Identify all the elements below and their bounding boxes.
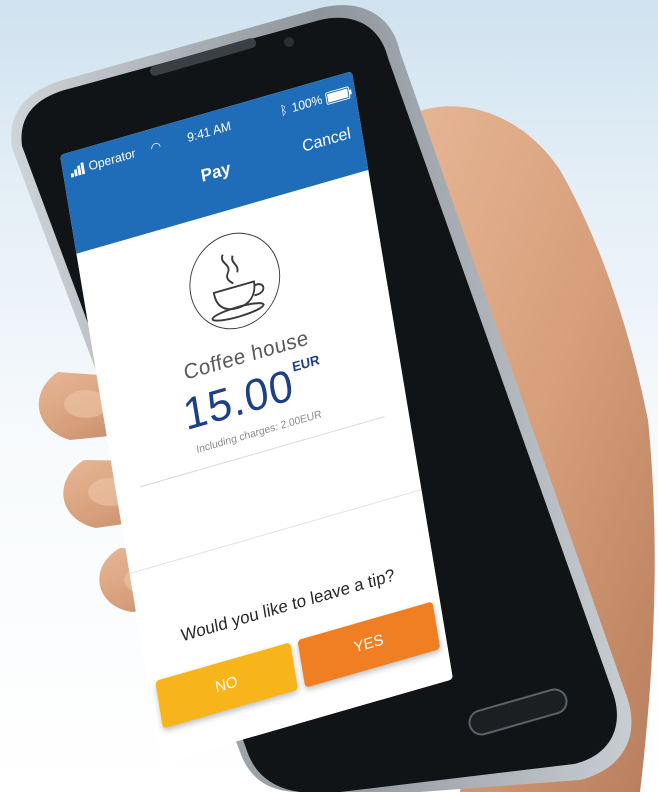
photo-scene: Operator ◠ 9:41 AM ᛒ 100% Pay Cancel Cof… [0,0,658,792]
no-tip-button[interactable]: NO [155,642,299,729]
cancel-button[interactable]: Cancel [301,124,352,157]
currency-label: EUR [291,351,321,375]
coffee-cup-icon [182,221,288,341]
divider [129,489,422,574]
yes-tip-button[interactable]: YES [297,601,441,688]
battery-percent: 100% [290,91,324,115]
